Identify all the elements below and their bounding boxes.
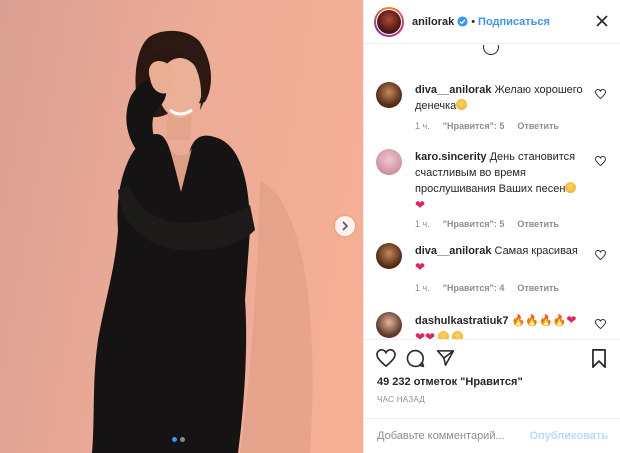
reply-button[interactable]: Ответить	[517, 283, 559, 293]
heart-eyes-emoji-icon	[456, 99, 468, 110]
verified-badge-icon	[457, 16, 468, 27]
comments-list[interactable]: diva__anilorak Желаю хорошего денечка 1 …	[364, 45, 620, 339]
red-heart-emoji-icon: ❤	[566, 313, 577, 327]
comment-likes[interactable]: "Нравится": 4	[443, 283, 505, 293]
red-heart-emoji-icon: ❤	[415, 198, 426, 212]
share-icon[interactable]	[436, 349, 455, 372]
red-heart-emoji-icon: ❤	[415, 260, 426, 274]
reply-button[interactable]: Ответить	[517, 219, 559, 229]
comment-username[interactable]: diva__anilorak	[415, 84, 491, 96]
comment-time[interactable]: 1 ч.	[415, 283, 430, 293]
profile-avatar[interactable]	[374, 6, 404, 37]
post-details-panel: anilorak • Подписаться diva__anilorak Же…	[363, 0, 620, 453]
red-heart-emoji-icon: ❤❤	[415, 330, 436, 339]
post-photo[interactable]	[0, 0, 363, 453]
likes-count[interactable]: 49 232 отметок "Нравится"	[377, 376, 523, 388]
load-more-comments-icon[interactable]	[483, 45, 499, 55]
comment-item: diva__anilorak Желаю хорошего денечка 1 …	[376, 82, 614, 142]
post-username[interactable]: anilorak	[412, 16, 454, 28]
comment-time[interactable]: 1 ч.	[415, 121, 430, 131]
comment-item: dashulkastratiuk7 🔥🔥🔥🔥❤ ❤❤	[376, 312, 614, 339]
carousel-dot-2[interactable]	[180, 437, 185, 442]
publish-comment-button[interactable]: Опубликовать	[529, 430, 608, 442]
comment-username[interactable]: diva__anilorak	[415, 245, 491, 257]
reply-button[interactable]: Ответить	[517, 121, 559, 131]
fire-emoji-icon: 🔥🔥🔥🔥	[511, 315, 567, 327]
post-header: anilorak • Подписаться	[364, 0, 620, 44]
comment-like-heart-icon[interactable]	[595, 86, 606, 104]
photo-woman-in-black-dress	[92, 30, 313, 453]
comment-username[interactable]: dashulkastratiuk7	[415, 315, 509, 327]
comment-text: Самая красивая	[494, 245, 578, 257]
comment-icon[interactable]	[406, 349, 425, 373]
comment-avatar[interactable]	[376, 82, 402, 108]
comment-input[interactable]	[377, 430, 530, 442]
comment-avatar[interactable]	[376, 243, 402, 269]
chevron-right-icon	[342, 221, 349, 231]
comment-avatar[interactable]	[376, 312, 402, 338]
more-options-icon[interactable]	[595, 14, 609, 33]
add-comment-form: Опубликовать	[364, 418, 620, 453]
smiling-face-emoji-icon	[438, 331, 450, 339]
comment-time[interactable]: 1 ч.	[415, 219, 430, 229]
comment-like-heart-icon[interactable]	[595, 247, 606, 265]
follow-button[interactable]: Подписаться	[478, 16, 550, 28]
comment-like-heart-icon[interactable]	[595, 316, 606, 334]
comment-likes[interactable]: "Нравится": 5	[443, 121, 505, 131]
instagram-post: anilorak • Подписаться diva__anilorak Же…	[0, 0, 620, 453]
comment-item: diva__anilorak Самая красивая ❤ 1 ч. "Нра…	[376, 243, 614, 298]
header-separator: •	[471, 15, 476, 28]
post-actions-bar	[364, 339, 620, 379]
comment-username[interactable]: karo.sincerity	[415, 151, 487, 163]
post-timestamp[interactable]: ЧАС НАЗАД	[377, 395, 425, 404]
carousel-indicator	[172, 437, 185, 442]
carousel-dot-1[interactable]	[172, 437, 177, 442]
heart-eyes-emoji-icon	[565, 182, 577, 193]
comment-item: karo.sincerity День становится счастливы…	[376, 149, 614, 229]
smiling-face-emoji-icon	[452, 331, 464, 339]
bookmark-icon[interactable]	[591, 349, 607, 373]
comment-avatar[interactable]	[376, 149, 402, 175]
heart-icon[interactable]	[376, 348, 396, 372]
comment-likes[interactable]: "Нравится": 5	[443, 219, 505, 229]
carousel-next-button[interactable]	[335, 216, 355, 236]
comment-like-heart-icon[interactable]	[595, 153, 606, 171]
